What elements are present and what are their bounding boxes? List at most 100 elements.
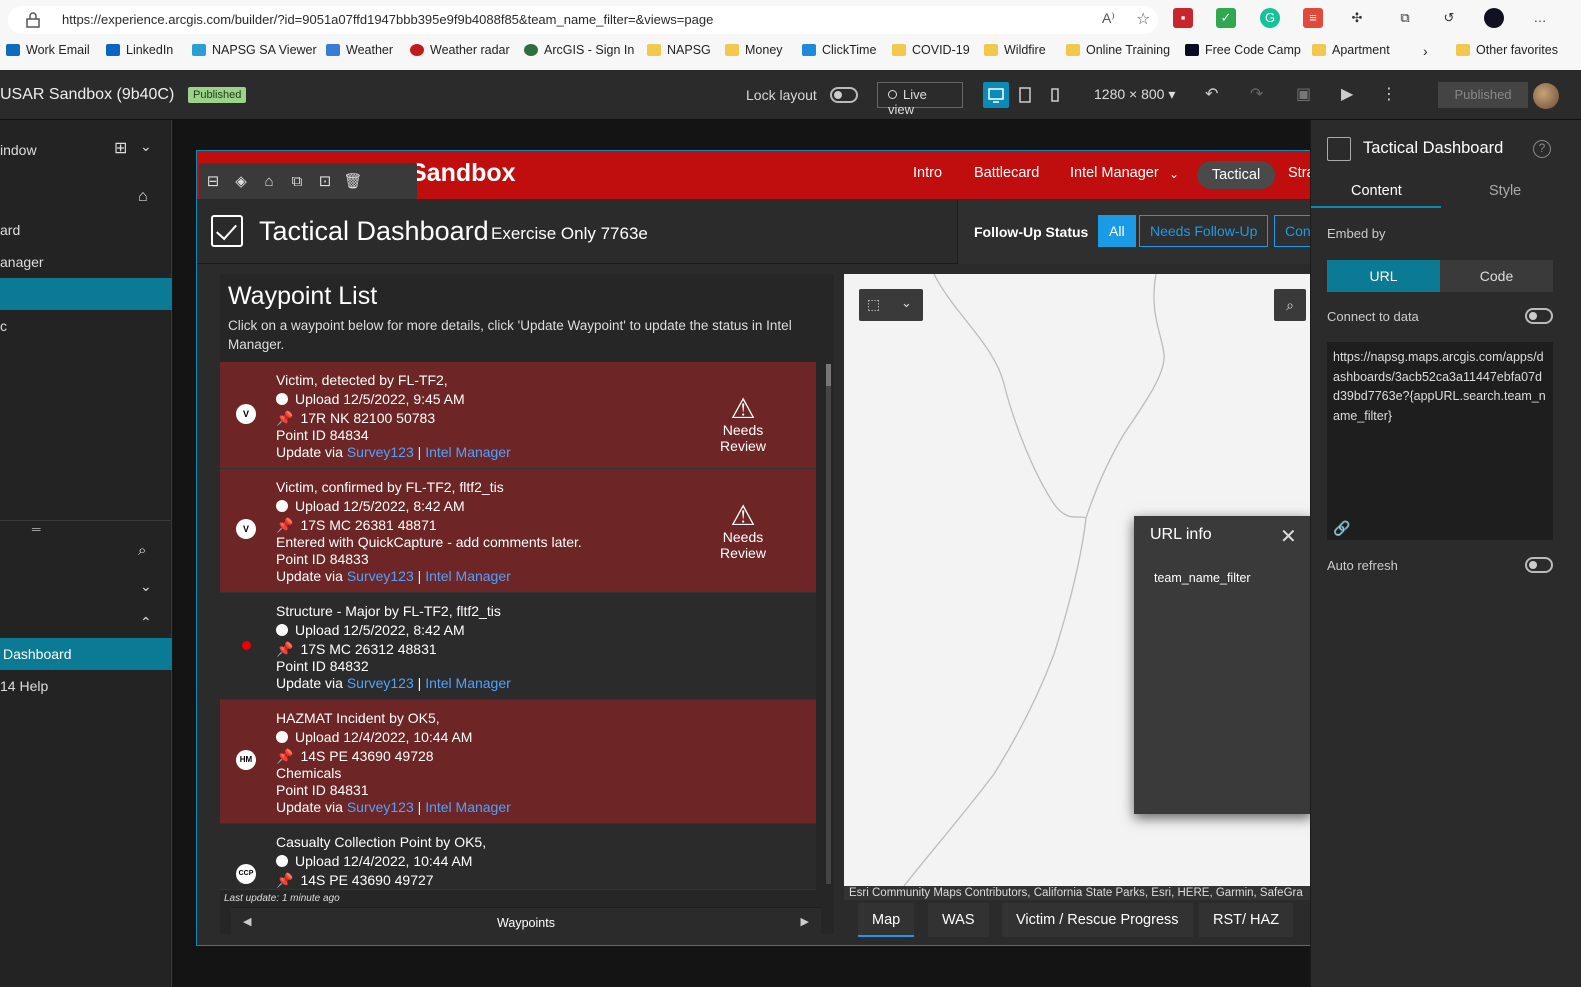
undo-icon[interactable]: ↶ [1205,84,1218,104]
embed-url-button[interactable]: URL [1327,260,1440,292]
link-icon[interactable]: 🔗 [1333,520,1350,537]
nav-battlecard[interactable]: Battlecard [974,165,1039,181]
scrollbar-track[interactable] [826,364,831,884]
todoist-icon[interactable]: ≡ [1303,8,1323,28]
scrollbar-thumb[interactable] [826,364,831,386]
list-item[interactable]: V Victim, detected by FL-TF2, Upload 12/… [220,362,816,469]
search-icon[interactable]: ⌕ [138,542,146,559]
help-icon[interactable]: ? [1533,140,1551,158]
bookmark-napsg-sa-viewer[interactable]: NAPSG SA Viewer [192,43,317,57]
list-item[interactable]: V Victim, confirmed by FL-TF2, fltf2_tis… [220,469,816,593]
more-options-icon[interactable]: ⋮ [1381,84,1397,104]
list-item[interactable]: Structure - Major by FL-TF2, fltf2_tis U… [220,593,816,700]
drag-handle-icon[interactable]: ═ [32,522,41,536]
lock-layout-toggle[interactable] [830,87,858,103]
bookmark-folder-money[interactable]: Money [725,43,783,57]
phone-device-button[interactable] [1042,82,1068,108]
preview-play-icon[interactable]: ▶ [1341,84,1353,104]
intel-manager-link[interactable]: Intel Manager [425,799,511,815]
chevron-down-icon[interactable]: ⌄ [140,138,152,155]
address-bar[interactable]: https://experience.arcgis.com/builder/?i… [8,6,1158,34]
url-param-item[interactable]: team_name_filter [1154,571,1251,585]
bookmark-folder-online-training[interactable]: Online Training [1066,43,1170,57]
close-icon[interactable]: ✕ [1280,524,1297,549]
survey123-link[interactable]: Survey123 [347,444,414,460]
map-layer-control[interactable]: ⬚ ⌄ [859,289,923,321]
page-item-selected[interactable] [0,278,172,310]
filter-all-button[interactable]: All [1098,215,1136,247]
layers-icon[interactable]: ◈ [227,172,255,190]
publish-button[interactable]: Published [1438,82,1528,108]
intel-manager-link[interactable]: Intel Manager [425,675,511,691]
connect-to-data-toggle[interactable] [1525,308,1553,324]
bookmark-weather-radar[interactable]: Weather radar [410,43,510,57]
duplicate-icon[interactable]: ⊡ [311,172,339,190]
copy-icon[interactable]: ⧉ [283,173,311,190]
align-icon[interactable]: ⊟ [199,172,227,190]
page-item[interactable]: anager [0,254,44,270]
more-menu-icon[interactable]: … [1530,8,1550,28]
embed-url-textarea[interactable]: https://napsg.maps.arcgis.com/apps/dashb… [1327,342,1553,540]
tab-content[interactable]: Content [1351,183,1402,199]
bookmark-folder-napsg[interactable]: NAPSG [647,43,711,57]
bookmark-freecodecamp[interactable]: Free Code Camp [1185,43,1301,57]
user-avatar[interactable] [1533,83,1559,109]
save-icon[interactable]: ▣ [1296,84,1311,104]
intel-manager-link[interactable]: Intel Manager [425,444,511,460]
bookmark-other-favorites[interactable]: Other favorites [1456,43,1558,57]
collections-icon[interactable]: ⧉ [1395,8,1415,28]
list-item[interactable]: HM HAZMAT Incident by OK5, Upload 12/4/2… [220,700,816,824]
redo-icon[interactable]: ↷ [1250,84,1263,104]
unlock-icon[interactable]: ⌂ [255,173,283,190]
chevron-up-icon[interactable]: ⌃ [140,614,152,631]
bookmark-folder-wildfire[interactable]: Wildfire [984,43,1046,57]
desktop-device-button[interactable] [983,82,1009,108]
bookmark-folder-apartment[interactable]: Apartment [1312,43,1390,57]
history-icon[interactable]: ↺ [1439,8,1459,28]
tablet-device-button[interactable] [1012,82,1038,108]
favorite-star-icon[interactable]: ☆ [1136,9,1150,29]
home-icon[interactable]: ⌂ [138,188,148,206]
bookmark-weather[interactable]: Weather [326,43,393,57]
resolution-select[interactable]: 1280 × 800 ▾ [1094,86,1175,103]
auto-refresh-toggle[interactable] [1525,557,1553,573]
add-page-icon[interactable]: ⊞ [114,138,127,158]
nav-intro[interactable]: Intro [913,165,942,181]
widget-item-selected[interactable]: Dashboard [0,638,172,670]
chevron-down-icon[interactable]: ⌄ [140,578,152,595]
extension-icon[interactable]: ▪ [1173,8,1193,28]
nav-tactical[interactable]: Tactical [1197,161,1275,189]
tab-rst-haz[interactable]: RST/ HAZ [1199,903,1294,937]
intel-manager-link[interactable]: Intel Manager [425,568,511,584]
tab-style[interactable]: Style [1489,183,1521,199]
bookmark-linkedin[interactable]: LinkedIn [106,43,173,57]
delete-icon[interactable]: 🗑 [339,172,367,190]
checkmark-extension-icon[interactable]: ✓ [1216,8,1236,28]
bookmark-work-email[interactable]: Work Email [6,43,90,57]
survey123-link[interactable]: Survey123 [347,568,414,584]
widget-item[interactable]: 14 Help [0,678,48,694]
bookmark-clicktime[interactable]: ClickTime [802,43,876,57]
list-item[interactable]: CCP Casualty Collection Point by OK5, Up… [220,824,816,890]
filter-needs-follow-up-button[interactable]: Needs Follow-Up [1139,215,1269,247]
grammarly-icon[interactable]: G [1260,8,1280,28]
survey123-link[interactable]: Survey123 [347,799,414,815]
chevron-down-icon[interactable]: ⌄ [1169,167,1179,181]
embed-code-button[interactable]: Code [1440,260,1553,292]
next-arrow-icon[interactable]: ▶ [801,915,809,928]
live-view-button[interactable]: Live view [877,82,963,117]
page-item[interactable]: c [0,318,7,334]
tab-map[interactable]: Map [858,903,915,937]
nav-intel-manager[interactable]: Intel Manager [1070,165,1159,181]
survey123-link[interactable]: Survey123 [347,675,414,691]
bookmark-folder-covid[interactable]: COVID-19 [892,43,970,57]
tab-victim-rescue-progress[interactable]: Victim / Rescue Progress [1002,903,1193,937]
extensions-puzzle-icon[interactable]: ✣ [1347,8,1367,28]
map-search-icon[interactable]: ⌕ [1274,289,1306,321]
profile-avatar[interactable] [1484,8,1504,28]
tab-was[interactable]: WAS [928,903,989,937]
page-item[interactable]: ard [0,222,20,238]
bookmark-arcgis[interactable]: ArcGIS - Sign In [524,43,634,57]
read-aloud-icon[interactable]: A⁾ [1102,10,1115,27]
chevron-right-icon[interactable]: › [1423,43,1428,59]
